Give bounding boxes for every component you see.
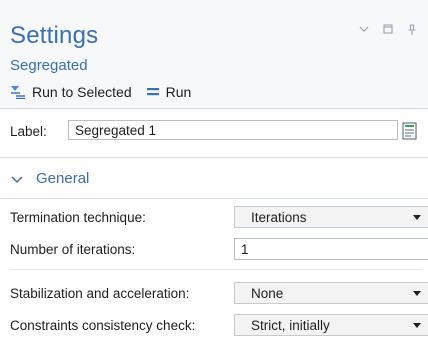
label-caption: Label: — [10, 123, 47, 139]
run-label: Run — [165, 84, 192, 100]
window-controls — [358, 24, 418, 36]
number-of-iterations-label: Number of iterations: — [10, 241, 136, 257]
general-section-title: General — [36, 170, 90, 187]
run-to-selected-icon — [11, 86, 25, 99]
constraints-check-value: Strict, initially — [251, 317, 330, 333]
number-of-iterations-input[interactable]: 1 — [234, 238, 428, 260]
constraints-check-select[interactable]: Strict, initially — [234, 314, 428, 336]
number-of-iterations-row: Number of iterations: 1 — [10, 238, 428, 260]
stabilization-value: None — [251, 285, 284, 301]
section-divider — [0, 198, 428, 199]
label-row: Label: — [10, 120, 420, 142]
chevron-down-icon[interactable] — [358, 24, 370, 36]
constraints-check-label: Constraints consistency check: — [10, 317, 196, 333]
label-divider — [0, 157, 428, 158]
node-type-subtitle: Segregated — [10, 57, 88, 74]
dropdown-arrow-icon — [413, 215, 421, 220]
run-icon — [146, 88, 159, 96]
pin-icon[interactable] — [406, 24, 418, 36]
edit-label-button[interactable] — [400, 120, 420, 142]
stabilization-label: Stabilization and acceleration: — [10, 285, 190, 301]
run-to-selected-label: Run to Selected — [32, 84, 132, 100]
page-title: Settings — [10, 22, 99, 49]
header-divider — [0, 108, 428, 109]
label-input[interactable] — [68, 120, 398, 140]
run-button[interactable]: Run — [146, 84, 192, 100]
document-edit-icon — [402, 122, 417, 140]
termination-technique-row: Termination technique: Iterations — [10, 206, 428, 228]
general-section-header[interactable]: General — [10, 170, 89, 187]
settings-toolbar: Run to Selected Run — [10, 82, 191, 102]
stabilization-row: Stabilization and acceleration: None — [10, 282, 428, 304]
termination-technique-label: Termination technique: — [10, 209, 146, 225]
dropdown-arrow-icon — [413, 323, 421, 328]
restore-icon[interactable] — [382, 24, 394, 36]
chevron-down-icon — [11, 175, 23, 183]
row-divider — [10, 269, 422, 270]
settings-header: Settings Segregated Run to Selected Run — [0, 0, 428, 108]
termination-technique-select[interactable]: Iterations — [234, 206, 428, 228]
termination-technique-value: Iterations — [251, 209, 307, 225]
number-of-iterations-value: 1 — [241, 241, 249, 257]
dropdown-arrow-icon — [413, 291, 421, 296]
run-to-selected-button[interactable]: Run to Selected — [10, 84, 132, 100]
constraints-check-row: Constraints consistency check: Strict, i… — [10, 314, 428, 336]
stabilization-select[interactable]: None — [234, 282, 428, 304]
